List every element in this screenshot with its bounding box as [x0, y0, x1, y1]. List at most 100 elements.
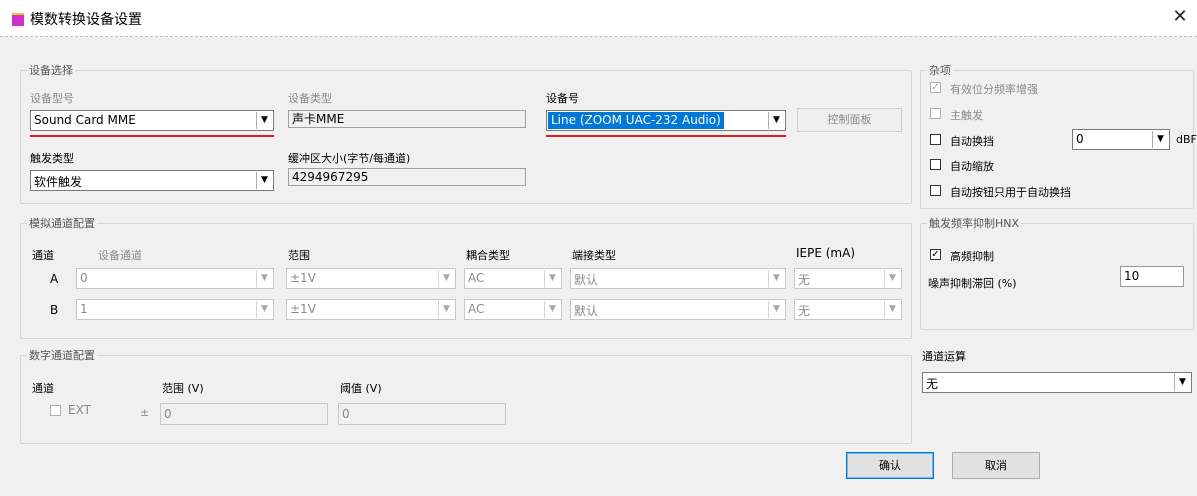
analog-row-b-device-channel: 1	[80, 302, 88, 316]
ext-label: EXT	[68, 403, 91, 417]
analog-row-a-coupling-select[interactable]: AC ▼	[464, 268, 562, 289]
digital-header-channel: 通道	[32, 382, 54, 395]
device-select-legend: 设备选择	[29, 64, 73, 77]
checkbox-auto-range[interactable]	[930, 134, 941, 145]
buffer-size-label: 缓冲区大小(字节/每通道)	[288, 152, 411, 165]
chevron-down-icon[interactable]: ▼	[544, 270, 560, 287]
analog-row-a-iepe-select[interactable]: 无 ▼	[794, 268, 902, 289]
device-number-select[interactable]: Line (ZOOM UAC-232 Audio) ▼	[546, 110, 786, 131]
analog-row-a-terminal: 默认	[574, 273, 599, 287]
chevron-down-icon[interactable]: ▼	[1174, 374, 1190, 391]
digital-header-range: 范围 (V)	[162, 382, 204, 395]
chevron-down-icon[interactable]: ▼	[768, 112, 784, 129]
channel-op-label: 通道运算	[922, 350, 966, 363]
channel-op-select[interactable]: 无 ▼	[922, 372, 1192, 393]
dbfs-select[interactable]: 0 ▼	[1072, 129, 1170, 150]
app-icon	[12, 13, 24, 26]
dbfs-value: 0	[1076, 132, 1084, 146]
checkbox-enhance[interactable]: ✓	[930, 82, 941, 93]
chevron-down-icon[interactable]: ▼	[256, 301, 272, 318]
analog-row-a-range-select[interactable]: ±1V ▼	[286, 268, 456, 289]
enhance-label: 有效位分频率增强	[950, 83, 1038, 96]
window-title: 模数转换设备设置	[30, 12, 142, 28]
analog-row-a-terminal-select[interactable]: 默认 ▼	[570, 268, 786, 289]
analog-row-a-channel: A	[50, 272, 59, 286]
analog-row-b-channel: B	[50, 303, 59, 317]
device-type-label: 设备类型	[288, 92, 332, 105]
hf-reject-label: 高频抑制	[950, 250, 994, 263]
device-model-select[interactable]: Sound Card MME ▼	[30, 110, 274, 131]
analog-legend: 模拟通道配置	[29, 217, 95, 230]
analog-row-b-terminal: 默认	[574, 304, 599, 318]
analog-header-range: 范围	[288, 249, 310, 262]
analog-row-b-range-select[interactable]: ±1V ▼	[286, 299, 456, 320]
checkbox-hf-reject[interactable]: ✓	[930, 249, 941, 260]
analog-row-b-device-channel-select[interactable]: 1 ▼	[76, 299, 274, 320]
chevron-down-icon[interactable]: ▼	[884, 301, 900, 318]
digital-channel-group: 数字通道配置	[20, 347, 912, 444]
trigger-suppress-legend: 触发频率抑制HNX	[929, 217, 1020, 230]
analog-row-b-coupling: AC	[468, 302, 485, 316]
digital-legend: 数字通道配置	[29, 349, 95, 362]
auto-scale-label: 自动缩放	[950, 160, 994, 173]
buffer-size-field: 4294967295	[288, 168, 526, 186]
hysteresis-label: 噪声抑制滞回 (%)	[928, 277, 1017, 290]
chevron-down-icon[interactable]: ▼	[1152, 131, 1168, 148]
analog-row-a-device-channel-select[interactable]: 0 ▼	[76, 268, 274, 289]
chevron-down-icon[interactable]: ▼	[884, 270, 900, 287]
misc-legend: 杂项	[929, 64, 951, 77]
analog-row-b-terminal-select[interactable]: 默认 ▼	[570, 299, 786, 320]
analog-row-a-iepe: 无	[798, 273, 811, 287]
chevron-down-icon[interactable]: ▼	[768, 270, 784, 287]
chevron-down-icon[interactable]: ▼	[544, 301, 560, 318]
checkbox-master-trigger[interactable]	[930, 108, 941, 119]
plusminus-label: ±	[140, 406, 150, 419]
master-trigger-label: 主触发	[950, 109, 983, 122]
trigger-type-value: 软件触发	[34, 175, 83, 189]
chevron-down-icon[interactable]: ▼	[768, 301, 784, 318]
chevron-down-icon[interactable]: ▼	[438, 301, 454, 318]
analog-row-b-iepe: 无	[798, 304, 811, 318]
hysteresis-input[interactable]: 10	[1120, 266, 1184, 287]
device-model-label: 设备型号	[30, 92, 74, 105]
checkbox-auto-button[interactable]	[930, 185, 941, 196]
analog-header-device-channel: 设备通道	[98, 249, 142, 262]
auto-button-label: 自动按钮只用于自动换挡	[950, 186, 1071, 199]
device-model-value: Sound Card MME	[34, 113, 136, 127]
analog-header-iepe: IEPE (mA)	[796, 246, 856, 260]
close-icon[interactable]: ✕	[1168, 5, 1192, 29]
trigger-type-select[interactable]: 软件触发 ▼	[30, 170, 274, 191]
digital-threshold-input[interactable]: 0	[338, 403, 506, 425]
ok-button[interactable]: 确认	[846, 452, 934, 479]
analog-row-b-range: ±1V	[290, 302, 316, 316]
auto-range-label: 自动换挡	[950, 135, 994, 148]
chevron-down-icon[interactable]: ▼	[256, 270, 272, 287]
dialog-window: 模数转换设备设置 ✕ 设备选择 设备型号 Sound Card MME ▼ 设备…	[0, 0, 1197, 496]
device-number-label: 设备号	[546, 92, 579, 105]
device-number-value: Line (ZOOM UAC-232 Audio)	[548, 112, 724, 129]
analog-header-terminal: 端接类型	[572, 249, 616, 262]
device-type-field: 声卡MME	[288, 110, 526, 128]
digital-range-input[interactable]: 0	[160, 403, 328, 425]
dbfs-unit: dBFS	[1176, 133, 1197, 146]
analog-row-b-iepe-select[interactable]: 无 ▼	[794, 299, 902, 320]
checkbox-ext[interactable]	[50, 405, 61, 416]
channel-op-value: 无	[926, 377, 939, 391]
title-bar: 模数转换设备设置 ✕	[0, 0, 1197, 37]
analog-row-a-range: ±1V	[290, 271, 316, 285]
chevron-down-icon[interactable]: ▼	[256, 172, 272, 189]
chevron-down-icon[interactable]: ▼	[256, 112, 272, 129]
trigger-type-label: 触发类型	[30, 152, 74, 165]
model-highlight-underline	[30, 135, 274, 137]
chevron-down-icon[interactable]: ▼	[438, 270, 454, 287]
cancel-button[interactable]: 取消	[952, 452, 1040, 479]
number-highlight-underline	[546, 135, 786, 137]
analog-row-a-device-channel: 0	[80, 271, 88, 285]
analog-header-channel: 通道	[32, 249, 54, 262]
checkbox-auto-scale[interactable]	[930, 159, 941, 170]
analog-row-a-coupling: AC	[468, 271, 485, 285]
digital-header-threshold: 阈值 (V)	[340, 382, 382, 395]
analog-header-coupling: 耦合类型	[466, 249, 510, 262]
control-panel-button[interactable]: 控制面板	[797, 108, 902, 132]
analog-row-b-coupling-select[interactable]: AC ▼	[464, 299, 562, 320]
